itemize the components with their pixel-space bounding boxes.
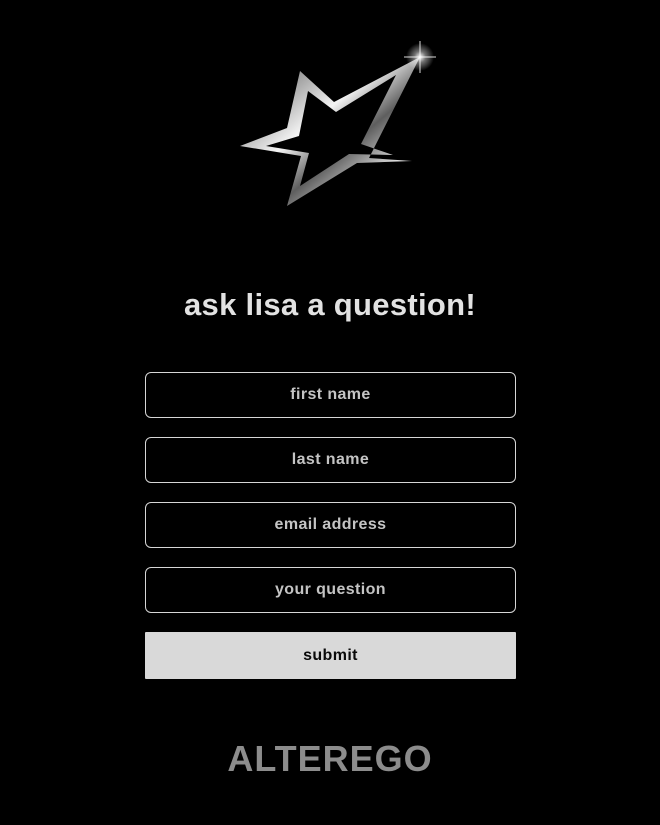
- page-title: ask lisa a question!: [184, 287, 476, 322]
- last-name-input[interactable]: [145, 437, 516, 483]
- first-name-input[interactable]: [145, 372, 516, 418]
- question-form: submit: [145, 372, 516, 679]
- chrome-star-icon: [240, 41, 436, 206]
- email-address-input[interactable]: [145, 502, 516, 548]
- brand-logo: ALTEREGO: [227, 738, 433, 779]
- submit-button[interactable]: submit: [145, 632, 516, 679]
- your-question-input[interactable]: [145, 567, 516, 613]
